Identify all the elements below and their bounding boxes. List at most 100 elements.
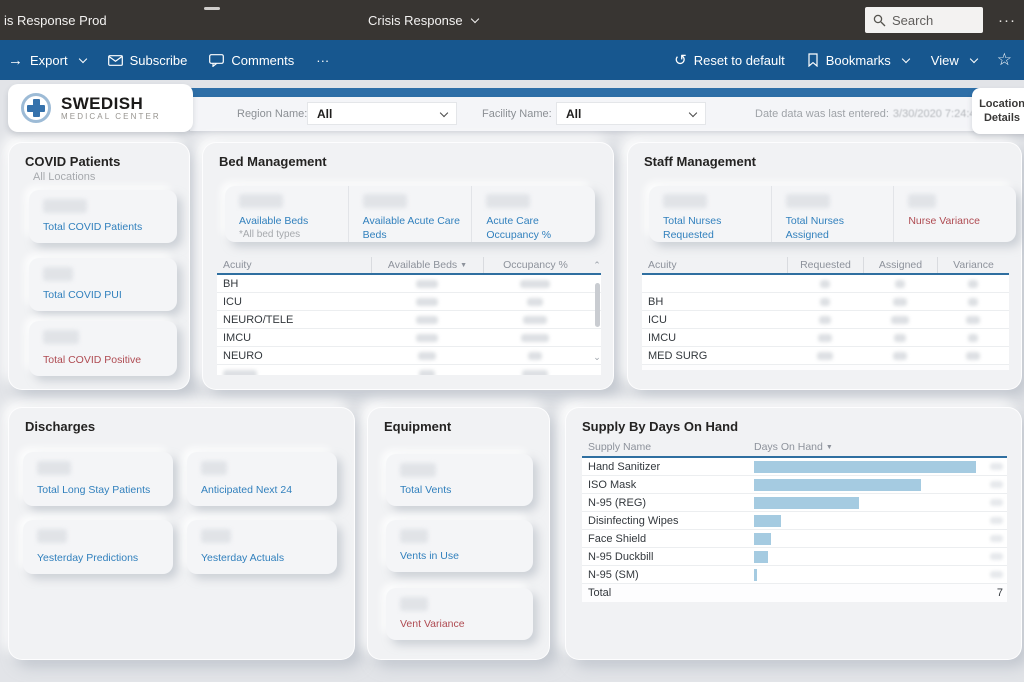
cell-assigned bbox=[863, 297, 937, 306]
cell-assigned bbox=[863, 315, 937, 324]
command-bar: → Export Subscribe Comments ··· ↺ Reset … bbox=[0, 40, 1024, 80]
column-header-available-beds[interactable]: Available Beds ▼ bbox=[371, 257, 483, 273]
favorite-star-icon[interactable]: ☆ bbox=[997, 50, 1012, 70]
kpi-value-redacted bbox=[908, 194, 937, 208]
view-button[interactable]: View bbox=[930, 52, 978, 68]
report-title-dropdown[interactable]: Crisis Response bbox=[368, 0, 479, 40]
covid-card-subtitle: All Locations bbox=[33, 171, 96, 183]
cell-occupancy bbox=[483, 315, 587, 324]
chevron-down-icon bbox=[470, 14, 479, 24]
scroll-up-icon[interactable]: ⌃ bbox=[593, 261, 601, 270]
column-header-days-on-hand[interactable]: Days On Hand ▼ bbox=[754, 438, 1007, 456]
column-header-assigned[interactable]: Assigned bbox=[863, 257, 937, 273]
kpi-label: Yesterday Actuals bbox=[201, 551, 285, 564]
kpi-available-acute-care-beds: Available Acute Care Beds bbox=[347, 186, 472, 242]
cell-variance bbox=[937, 333, 1009, 342]
kpi-value-redacted bbox=[486, 194, 531, 208]
sort-desc-icon: ▼ bbox=[460, 261, 468, 269]
cell-occupancy bbox=[483, 351, 587, 360]
table-row: MED SURG bbox=[642, 347, 1009, 365]
kpi-nurse-variance: Nurse Variance bbox=[893, 186, 1016, 242]
kpi-value-redacted bbox=[362, 194, 407, 208]
cell-acuity bbox=[217, 370, 371, 375]
cell-occupancy bbox=[483, 297, 587, 306]
bookmarks-label: Bookmarks bbox=[825, 52, 891, 68]
sort-desc-icon: ▼ bbox=[825, 443, 833, 451]
column-header-acuity[interactable]: Acuity bbox=[217, 257, 371, 273]
cell-occupancy bbox=[483, 370, 587, 375]
supply-row: ISO Mask bbox=[582, 476, 1007, 494]
table-row-partial bbox=[217, 365, 601, 375]
column-header-acuity[interactable]: Acuity bbox=[642, 257, 787, 273]
cell-variance bbox=[937, 297, 1009, 306]
drag-handle bbox=[204, 7, 220, 10]
cell-available-beds bbox=[371, 370, 483, 375]
days-on-hand-bar bbox=[754, 532, 772, 545]
days-on-hand-bar bbox=[754, 460, 977, 473]
header-blue-strip bbox=[190, 88, 1024, 97]
column-header-occupancy[interactable]: Occupancy % bbox=[483, 257, 587, 273]
export-button[interactable]: → Export bbox=[8, 53, 87, 68]
supply-row: Hand Sanitizer bbox=[582, 458, 1007, 476]
kpi-anticipated-next-24: Anticipated Next 24 bbox=[187, 452, 337, 506]
facility-filter-dropdown[interactable]: All bbox=[556, 102, 706, 125]
bed-table-header: Acuity Available Beds ▼ Occupancy % bbox=[217, 257, 601, 275]
cell-assigned bbox=[863, 351, 937, 360]
kpi-label: Vents in Use bbox=[400, 549, 459, 562]
days-on-hand-bar bbox=[754, 550, 768, 563]
cell-requested bbox=[787, 297, 863, 306]
commandbar-more-button[interactable]: ··· bbox=[316, 53, 329, 68]
bar-track bbox=[754, 496, 983, 509]
comments-button[interactable]: Comments bbox=[209, 53, 294, 68]
kpi-total-covid-patients: Total COVID Patients bbox=[29, 190, 177, 243]
bed-table: Acuity Available Beds ▼ Occupancy % BH IC… bbox=[217, 257, 601, 375]
supply-name: Hand Sanitizer bbox=[588, 460, 661, 473]
subscribe-button[interactable]: Subscribe bbox=[107, 53, 187, 68]
logo-subtitle: MEDICAL CENTER bbox=[61, 112, 161, 122]
region-filter-dropdown[interactable]: All bbox=[307, 102, 457, 125]
discharges-card-title: Discharges bbox=[25, 419, 96, 434]
supply-table: Supply Name Days On Hand ▼ Hand Sanitizer… bbox=[582, 438, 1007, 602]
kpi-vent-variance: Vent Variance bbox=[386, 588, 533, 640]
scroll-down-icon[interactable]: ⌄ bbox=[593, 353, 601, 362]
kpi-value-redacted bbox=[43, 267, 73, 281]
reset-label: Reset to default bbox=[693, 52, 785, 68]
kpi-value-redacted bbox=[663, 194, 707, 208]
cell-occupancy bbox=[483, 279, 587, 288]
kpi-sublabel: *All bed types bbox=[239, 228, 301, 240]
supply-name: Disinfecting Wipes bbox=[588, 514, 679, 527]
supply-name: N-95 (SM) bbox=[588, 568, 639, 581]
covid-card-title: COVID Patients bbox=[25, 154, 121, 169]
kpi-label: Total COVID Patients bbox=[43, 220, 143, 233]
view-label: View bbox=[930, 52, 959, 68]
kpi-label: Total COVID PUI bbox=[43, 288, 122, 301]
bookmarks-button[interactable]: Bookmarks bbox=[807, 52, 911, 68]
cell-requested bbox=[787, 279, 863, 288]
column-header-variance[interactable]: Variance bbox=[937, 257, 1009, 273]
titlebar-more-button[interactable]: ··· bbox=[998, 0, 1016, 40]
kpi-value-redacted bbox=[785, 194, 830, 208]
supply-name: ISO Mask bbox=[588, 478, 637, 491]
kpi-value-redacted bbox=[400, 463, 436, 477]
scrollbar-thumb[interactable] bbox=[595, 283, 600, 327]
bar-value-redacted bbox=[983, 517, 1007, 524]
search-box[interactable] bbox=[865, 7, 983, 33]
kpi-label: Acute Care Occupancy % bbox=[486, 215, 552, 241]
staff-management-card: Staff Management Total Nurses Requested … bbox=[627, 142, 1022, 390]
cell-acuity: IMCU bbox=[223, 331, 252, 344]
column-header-supply-name[interactable]: Supply Name bbox=[582, 438, 754, 456]
bed-table-scrollbar[interactable]: ⌃ ⌄ bbox=[591, 257, 603, 375]
cell-assigned bbox=[863, 279, 937, 288]
cell-acuity: ICU bbox=[648, 313, 667, 326]
bar-track bbox=[754, 568, 983, 581]
search-icon bbox=[873, 14, 886, 26]
search-input[interactable] bbox=[892, 12, 964, 28]
equipment-card: Equipment Total Vents Vents in Use Vent … bbox=[367, 407, 550, 660]
chevron-down-icon bbox=[439, 108, 449, 117]
kpi-available-beds: Available Beds *All bed types bbox=[225, 186, 348, 242]
reset-to-default-button[interactable]: ↺ Reset to default bbox=[674, 53, 785, 68]
comment-icon bbox=[209, 53, 225, 67]
column-header-requested[interactable]: Requested bbox=[787, 257, 863, 273]
bed-management-card: Bed Management Available Beds *All bed t… bbox=[202, 142, 614, 390]
location-details-button[interactable]: Location Details bbox=[972, 88, 1024, 134]
